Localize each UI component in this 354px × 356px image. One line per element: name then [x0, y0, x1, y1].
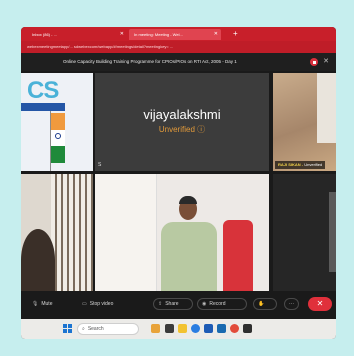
- video-tile-vijayalakshmi[interactable]: vijayalakshmi Unverified ⓘ S: [95, 73, 269, 171]
- url-text[interactable]: webexmeetingmeetapp/... sdwebexcom/webap…: [27, 43, 327, 51]
- mute-label: Mute: [41, 301, 53, 307]
- more-icon: ···: [289, 301, 294, 307]
- indian-flag-icon: [51, 113, 65, 163]
- video-feed-person-hair: [179, 196, 197, 204]
- meeting-controls: 🎙 Mute ▭ Stop video ⇪ Share ◉ Record ✋ ··· ✕: [21, 295, 336, 313]
- windows-taskbar: ⌕ Search: [21, 319, 336, 339]
- tab-close-icon[interactable]: ✕: [214, 29, 218, 40]
- raise-hand-button[interactable]: ✋: [253, 298, 277, 310]
- edge-browser-icon[interactable]: [191, 324, 200, 333]
- logo-bar: [21, 103, 65, 111]
- participant-label-name: RAJI SIKAN -: [278, 162, 304, 167]
- stop-video-button[interactable]: ▭ Stop video: [77, 298, 145, 310]
- widgets-icon[interactable]: [151, 324, 160, 333]
- record-button[interactable]: ◉ Record: [197, 298, 247, 310]
- stop-video-label: Stop video: [89, 301, 114, 307]
- app-icon-dark[interactable]: [243, 324, 252, 333]
- participant-name: vijayalakshmi: [143, 107, 221, 122]
- participant-label: RAJI SIKAN - Unverified: [275, 161, 326, 169]
- tab-meeting[interactable]: In meeting: Meeting - Wel... ✕: [129, 29, 221, 40]
- tile-corner-label: S: [98, 162, 102, 168]
- video-feed-shelf: [51, 174, 93, 291]
- participant-status: Unverified ⓘ: [158, 125, 206, 134]
- meeting-title: Online Capacity Building Training Progra…: [63, 59, 237, 64]
- new-tab-button[interactable]: +: [233, 28, 238, 40]
- share-icon: ⇪: [158, 301, 163, 307]
- taskbar-search-label: Search: [87, 326, 104, 332]
- leave-icon: ✕: [316, 299, 324, 308]
- close-icon[interactable]: ✕: [322, 58, 330, 66]
- taskbar-search[interactable]: ⌕ Search: [77, 323, 139, 335]
- file-explorer-icon[interactable]: [178, 324, 187, 333]
- tab-inbox[interactable]: Inbox (86) - ... ✕: [27, 29, 127, 40]
- system-tray[interactable]: [307, 325, 327, 333]
- video-tile-dark[interactable]: [273, 174, 336, 291]
- video-feed-door: [95, 174, 157, 291]
- store-icon[interactable]: [204, 324, 213, 333]
- record-label: Record: [209, 301, 226, 307]
- video-tile-raji[interactable]: RAJI SIKAN - Unverified: [273, 73, 336, 171]
- hand-icon: ✋: [258, 301, 265, 307]
- screen-frame: Inbox (86) - ... ✕ In meeting: Meeting -…: [21, 27, 336, 339]
- task-view-icon[interactable]: [165, 324, 174, 333]
- video-tile-ics[interactable]: CS: [21, 73, 93, 171]
- search-icon: ⌕: [82, 326, 85, 332]
- meeting-header: Online Capacity Building Training Progra…: [21, 53, 336, 71]
- video-icon: ▭: [82, 301, 87, 307]
- recording-indicator-icon[interactable]: [310, 58, 318, 66]
- video-feed-person: [21, 229, 55, 291]
- tab-inbox-label: Inbox (86) - ...: [32, 32, 57, 37]
- ics-logo-text: CS: [27, 77, 59, 104]
- video-feed-strip: [329, 192, 336, 272]
- mic-icon: 🎙: [32, 301, 39, 307]
- participant-label-status: Unverified: [304, 162, 323, 167]
- video-feed-curtain: [317, 73, 336, 143]
- record-icon: ◉: [202, 301, 207, 307]
- share-label: Share: [165, 301, 179, 307]
- share-button[interactable]: ⇪ Share: [153, 298, 193, 310]
- video-feed-person-body: [161, 222, 217, 291]
- browser-tab-strip: Inbox (86) - ... ✕ In meeting: Meeting -…: [21, 27, 336, 41]
- tab-meeting-label: In meeting: Meeting - Wel...: [134, 32, 183, 37]
- windows-start-icon[interactable]: [63, 324, 72, 333]
- app-icon[interactable]: [217, 324, 226, 333]
- leave-button[interactable]: ✕: [308, 297, 332, 311]
- tab-close-icon[interactable]: ✕: [120, 29, 124, 40]
- chrome-icon[interactable]: [230, 324, 239, 333]
- video-tile-bookshelf[interactable]: [21, 174, 93, 291]
- more-options-button[interactable]: ···: [284, 298, 299, 310]
- address-bar[interactable]: webexmeetingmeetapp/... sdwebexcom/webap…: [21, 41, 336, 53]
- mute-button[interactable]: 🎙 Mute: [27, 298, 73, 310]
- video-tile-man[interactable]: [95, 174, 269, 291]
- video-feed-chair: [223, 220, 253, 291]
